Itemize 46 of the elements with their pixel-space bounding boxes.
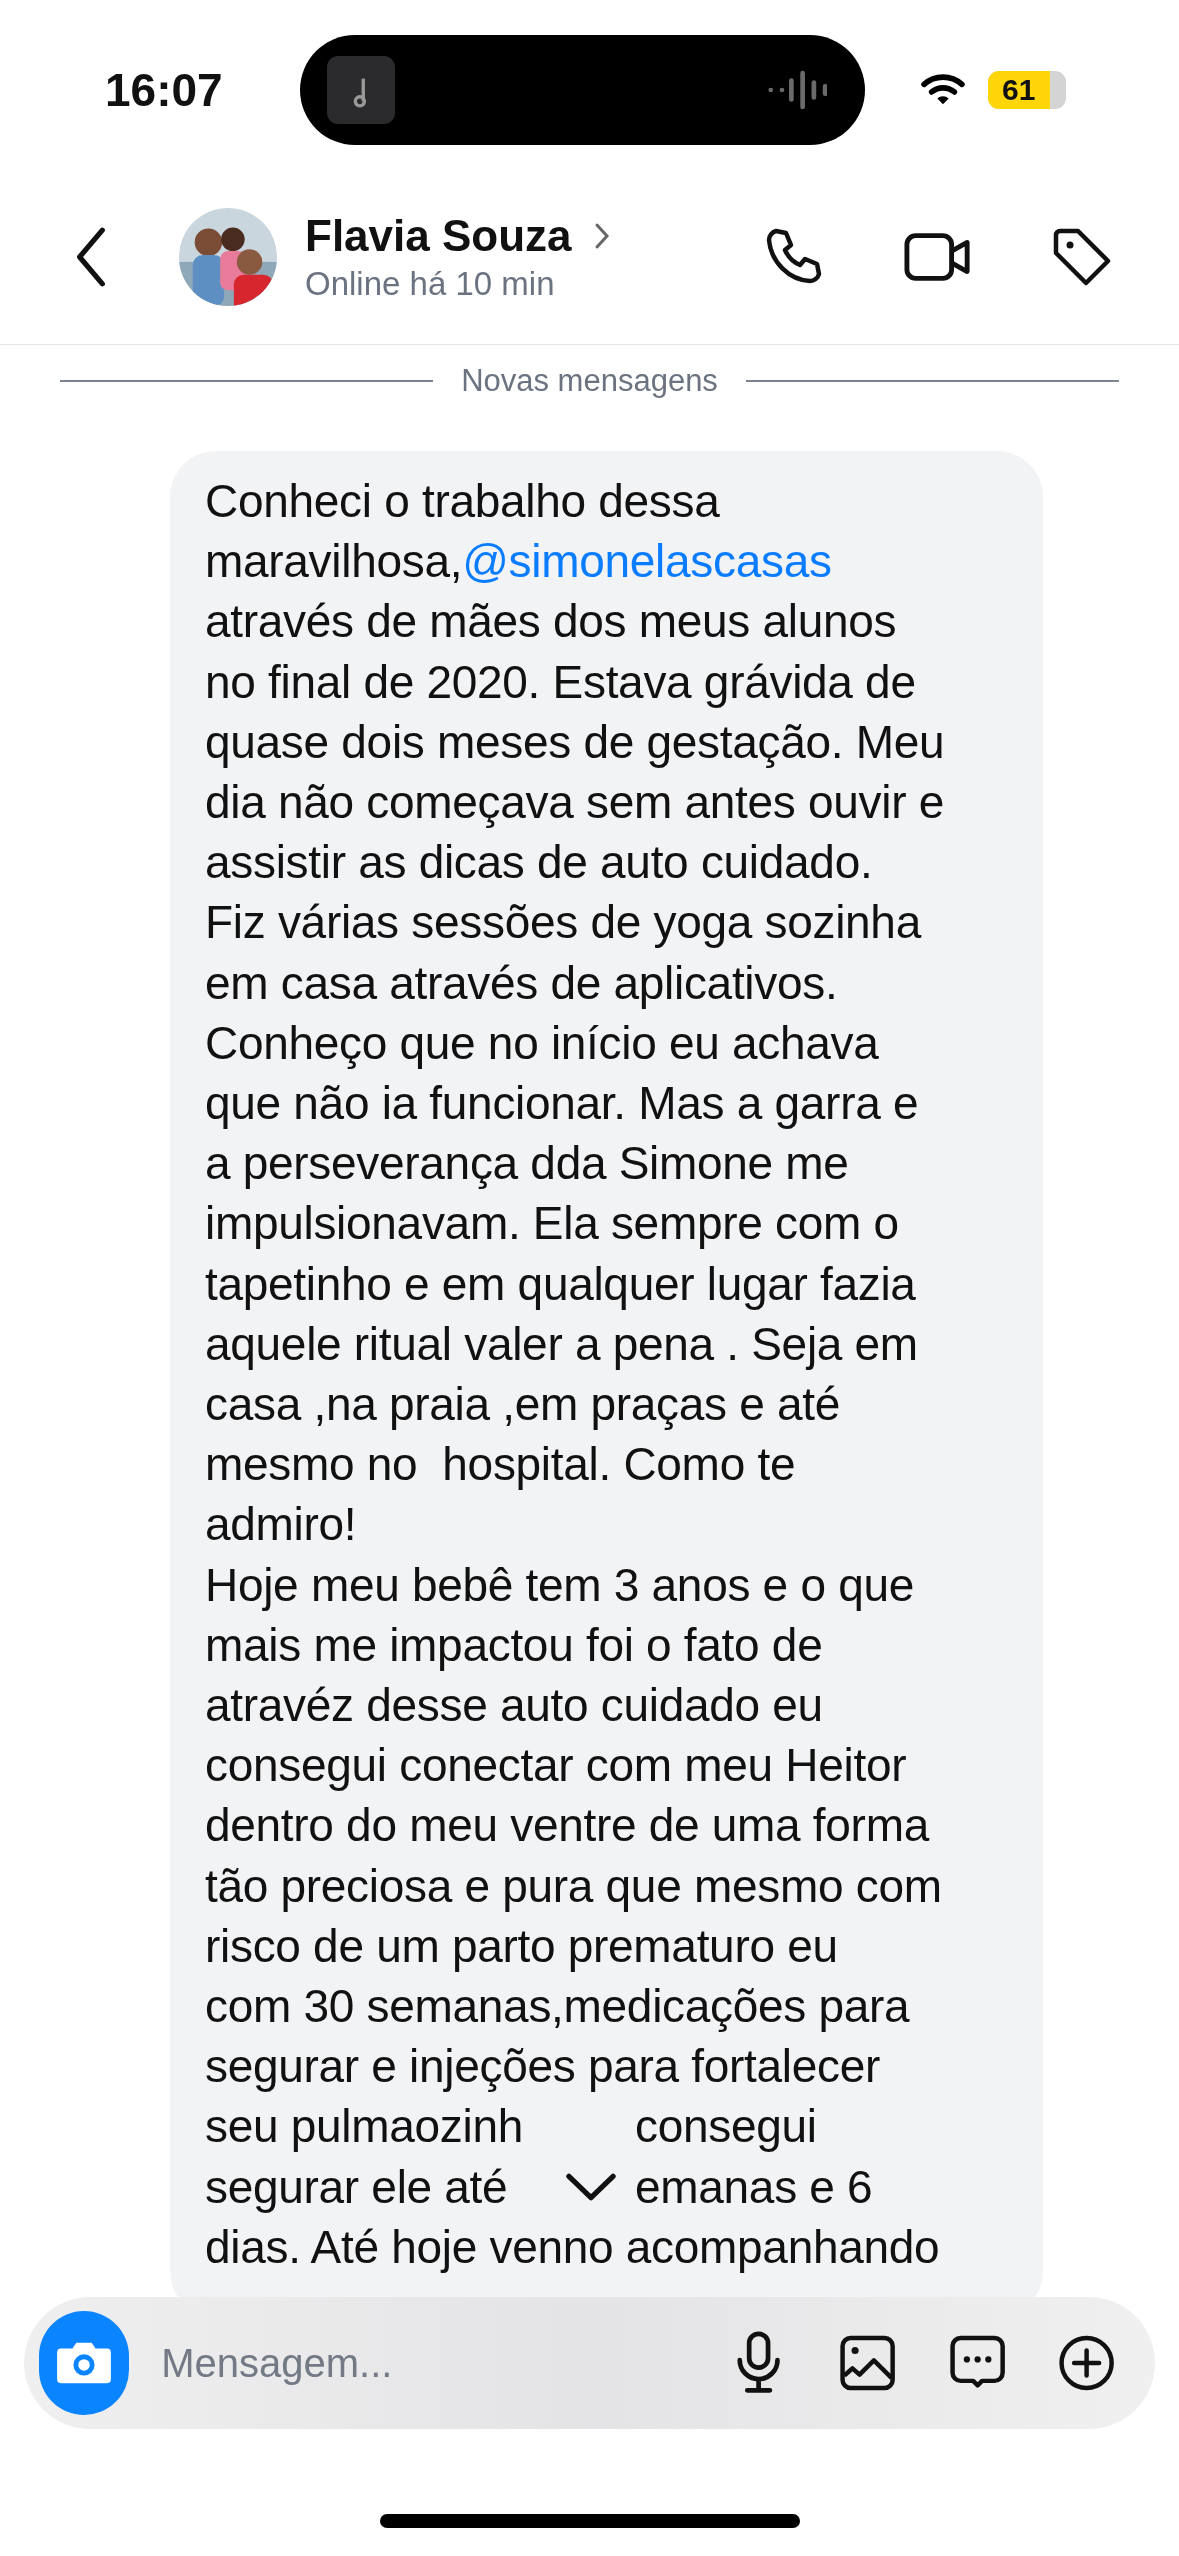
message-text: segurar e injeções para fortalecer	[205, 2039, 881, 2095]
chevron-down-icon	[563, 2172, 619, 2202]
music-note-icon	[327, 56, 395, 124]
message-text: seu pulmaozinh	[205, 2099, 523, 2155]
message-text: maravilhosa,@simonelascasas	[205, 534, 832, 590]
message-text: Hoje meu bebê tem 3 anos e o que	[205, 1557, 914, 1613]
battery-level: 61	[988, 71, 1050, 109]
message-text: mesmo no hospital. Como te	[205, 1437, 796, 1493]
message-text: assistir as dicas de auto cuidado.	[205, 835, 873, 891]
message-text: impulsionavam. Ela sempre com o	[205, 1196, 899, 1252]
message-text: dia não começava sem antes ouvir e	[205, 775, 944, 830]
message-text: consegui	[635, 2099, 817, 2155]
message-text: a perseverança dda Simone me	[205, 1136, 849, 1192]
camera-button[interactable]	[39, 2311, 130, 2415]
message-text: tão preciosa e pura que mesmo com	[205, 1858, 942, 1914]
message-text: consegui conectar com meu Heitor	[205, 1738, 907, 1794]
message-text: dias. Até hoje venno acompanhando	[205, 2219, 940, 2275]
message-text: Conheço que no início eu achava	[205, 1015, 879, 1071]
message-text: que não ia funcionar. Mas a garra e	[205, 1076, 919, 1132]
message-input[interactable]: Mensagem...	[159, 2339, 679, 2387]
message-text: atravéz desse auto cuidado eu	[205, 1678, 823, 1734]
message-text: tapetinho e em qualquer lugar fazia	[205, 1256, 916, 1312]
message-text: aquele ritual valer a pena . Seja em	[205, 1316, 918, 1372]
message-text: risco de um parto prematuro eu	[205, 1918, 838, 1974]
message-text: segurar ele até	[205, 2159, 508, 2215]
message-text: dentro do meu ventre de uma forma	[205, 1798, 929, 1854]
status-time: 16:07	[105, 63, 224, 117]
message-text: quase dois meses de gestação. Meu	[205, 714, 945, 770]
message-text: admiro!	[205, 1497, 357, 1553]
message-text: Conheci o trabalho dessa	[205, 474, 720, 529]
wifi-icon	[920, 73, 966, 107]
message-text: através de mães dos meus alunos	[205, 594, 897, 650]
chevron-right-icon[interactable]	[593, 222, 610, 250]
online-status: Online há 10 min	[305, 265, 556, 303]
back-icon[interactable]	[75, 226, 107, 288]
message-text: Fiz várias sessões de yoga sozinha	[205, 895, 921, 951]
message-text: em casa através de aplicativos.	[205, 955, 838, 1011]
mention-link[interactable]: @simonelascasas	[462, 535, 832, 588]
waveform-icon	[767, 70, 827, 110]
message-text: mais me impactou foi o fato de	[205, 1617, 823, 1673]
contact-name[interactable]: Flavia Souza	[305, 211, 572, 261]
message-text: casa ,na praia ,em praças e até	[205, 1377, 841, 1433]
message-text: emanas e 6	[635, 2159, 873, 2215]
new-messages-divider: Novas mensagens	[461, 363, 718, 399]
message-text: com 30 semanas,medicações para	[205, 1979, 910, 2035]
message-text: no final de 2020. Estava grávida de	[205, 654, 916, 710]
